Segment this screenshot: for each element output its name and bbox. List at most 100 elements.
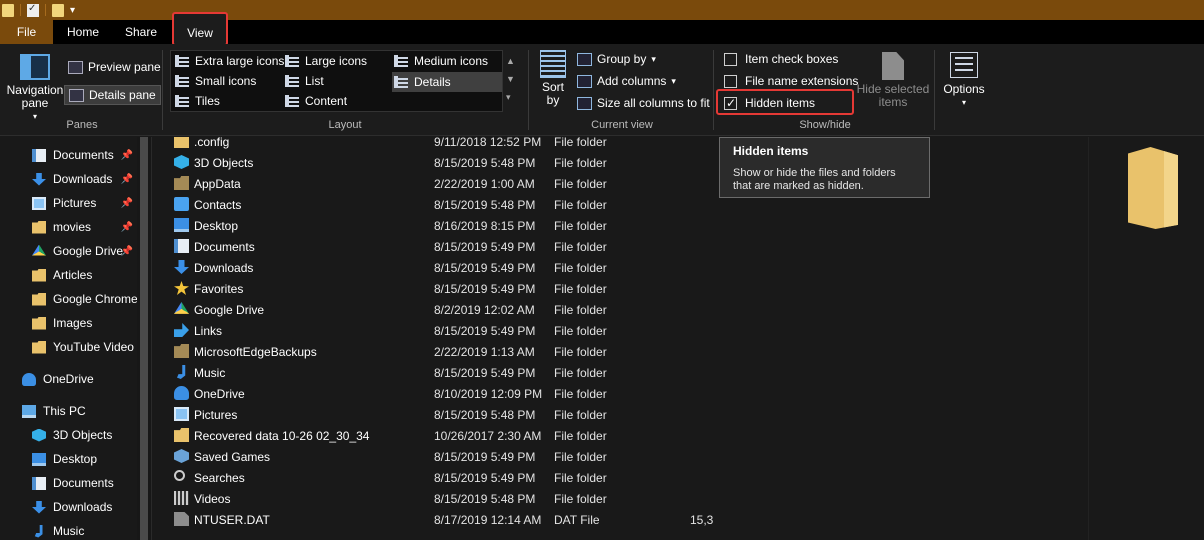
options-button[interactable]: Options ▾: [940, 52, 988, 109]
file-name: Contacts: [194, 197, 242, 212]
file-type: File folder: [554, 176, 607, 191]
file-type: DAT File: [554, 512, 600, 527]
nav-item-google-chrome[interactable]: Google Chrome: [0, 287, 137, 311]
nav-item-label: Documents: [53, 476, 114, 490]
layout-scroll-buttons[interactable]: ▲ ▼ ▾: [506, 52, 515, 106]
details-pane-button[interactable]: Details pane: [64, 85, 161, 105]
properties-check-icon[interactable]: [27, 3, 39, 17]
tab-file[interactable]: File: [0, 20, 53, 44]
sort-by-button[interactable]: Sort by: [536, 50, 570, 107]
search-icon: [174, 470, 185, 481]
folder-icon: [32, 220, 46, 234]
table-row[interactable]: Google Drive 8/2/2019 12:02 AM File folder: [153, 299, 713, 320]
nav-item-pictures[interactable]: Pictures 📌: [0, 191, 137, 215]
group-by-button[interactable]: Group by ▾: [577, 52, 656, 66]
nav-item-documents-pc[interactable]: Documents: [0, 471, 137, 495]
preview-pane-button[interactable]: Preview pane: [68, 60, 161, 74]
table-row[interactable]: Links 8/15/2019 5:49 PM File folder: [153, 320, 713, 341]
desktop-icon: [174, 218, 189, 232]
scrollbar-thumb[interactable]: [140, 137, 148, 540]
nav-item-images[interactable]: Images: [0, 311, 137, 335]
layout-large-icons[interactable]: Large icons: [285, 54, 367, 68]
nav-scrollbar[interactable]: [137, 137, 152, 540]
layout-tiles[interactable]: Tiles: [175, 94, 220, 108]
table-row[interactable]: Favorites 8/15/2019 5:49 PM File folder: [153, 278, 713, 299]
tab-share[interactable]: Share: [118, 20, 164, 44]
file-date: 8/15/2019 5:49 PM: [434, 239, 536, 254]
pin-icon: 📌: [120, 197, 133, 209]
nav-item-downloads[interactable]: Downloads 📌: [0, 167, 137, 191]
file-name: Links: [194, 323, 223, 338]
chevron-down-icon[interactable]: ▼: [506, 70, 515, 88]
hide-selected-items-button[interactable]: Hide selected items: [856, 50, 930, 109]
table-row[interactable]: AppData 2/22/2019 1:00 AM File folder: [153, 173, 713, 194]
layout-small-icons[interactable]: Small icons: [175, 74, 256, 88]
nav-item-music[interactable]: Music: [0, 519, 137, 540]
nav-item-label: Desktop: [53, 452, 98, 466]
nav-item-articles[interactable]: Articles: [0, 263, 137, 287]
table-row[interactable]: MicrosoftEdgeBackups 2/22/2019 1:13 AM Fil…: [153, 341, 713, 362]
table-row[interactable]: Saved Games 8/15/2019 5:49 PM File folder: [153, 446, 713, 467]
new-folder-icon[interactable]: [52, 3, 64, 17]
layout-content[interactable]: Content: [285, 94, 347, 108]
size-all-columns-button[interactable]: Size all columns to fit: [577, 96, 710, 110]
item-check-boxes-checkbox[interactable]: [724, 52, 737, 66]
table-row[interactable]: Documents 8/15/2019 5:49 PM File folder: [153, 236, 713, 257]
tab-view[interactable]: View: [172, 12, 228, 46]
file-date: 9/11/2018 12:52 PM: [434, 137, 542, 149]
tab-home[interactable]: Home: [62, 20, 104, 44]
table-row[interactable]: Recovered data 10-26 02_30_34 10/26/2017 …: [153, 425, 713, 446]
file-name-extensions-checkbox[interactable]: [724, 74, 737, 88]
nav-item-desktop[interactable]: Desktop: [0, 447, 137, 471]
layout-details[interactable]: Details: [392, 72, 502, 92]
layout-gallery: Extra large icons Large icons Medium ico…: [170, 50, 503, 112]
layout-list[interactable]: List: [285, 74, 324, 88]
table-row[interactable]: NTUSER.DAT 8/17/2019 12:14 AM DAT File 15,3…: [153, 509, 713, 530]
table-row[interactable]: Downloads 8/15/2019 5:49 PM File folder: [153, 257, 713, 278]
expand-gallery-icon[interactable]: ▾: [506, 88, 515, 106]
table-row[interactable]: Contacts 8/15/2019 5:48 PM File folder: [153, 194, 713, 215]
table-row[interactable]: Desktop 8/16/2019 8:15 PM File folder: [153, 215, 713, 236]
table-row[interactable]: OneDrive 8/10/2019 12:09 PM File folder: [153, 383, 713, 404]
hidden-items-highlight: [716, 89, 854, 115]
nav-item-movies[interactable]: movies 📌: [0, 215, 137, 239]
file-date: 8/15/2019 5:48 PM: [434, 155, 536, 170]
nav-item-3d-objects[interactable]: 3D Objects: [0, 423, 137, 447]
navigation-pane-button[interactable]: Navigation pane ▾: [4, 52, 66, 123]
table-row[interactable]: Videos 8/15/2019 5:48 PM File folder: [153, 488, 713, 509]
group-by-label: Group by: [597, 52, 647, 66]
layout-medium-icons[interactable]: Medium icons: [394, 54, 488, 68]
chevron-up-icon[interactable]: ▲: [506, 52, 515, 70]
nav-item-documents[interactable]: Documents 📌: [0, 143, 137, 167]
table-row[interactable]: Music 8/15/2019 5:49 PM File folder: [153, 362, 713, 383]
item-check-boxes-toggle[interactable]: Item check boxes: [724, 52, 838, 66]
file-type: File folder: [554, 323, 607, 338]
downloads-icon: [32, 172, 46, 186]
table-row[interactable]: Pictures 8/15/2019 5:48 PM File folder: [153, 404, 713, 425]
folder-icon[interactable]: [2, 3, 14, 17]
nav-item-google-drive[interactable]: Google Drive 📌: [0, 239, 137, 263]
file-name-extensions-toggle[interactable]: File name extensions: [724, 74, 858, 88]
pictures-icon: [174, 407, 189, 421]
nav-item-downloads-pc[interactable]: Downloads: [0, 495, 137, 519]
add-columns-button[interactable]: Add columns ▾: [577, 74, 676, 88]
file-date: 8/15/2019 5:48 PM: [434, 407, 536, 422]
file-name-extensions-label: File name extensions: [745, 74, 859, 88]
chevron-down-icon[interactable]: ▾: [70, 5, 75, 16]
layout-extra-large-icons[interactable]: Extra large icons: [175, 54, 284, 68]
table-row[interactable]: .config 9/11/2018 12:52 PM File folder: [153, 137, 713, 152]
table-row[interactable]: 3D Objects 8/15/2019 5:48 PM File folder: [153, 152, 713, 173]
nav-item-youtube-video[interactable]: YouTube Video: [0, 335, 137, 359]
size-columns-label: Size all columns to fit: [597, 96, 710, 110]
documents-icon: [32, 148, 46, 162]
star-icon: [174, 281, 189, 295]
nav-item-label: Articles: [53, 268, 93, 282]
divider: [934, 50, 935, 130]
nav-item-label: Google Drive: [53, 244, 124, 258]
table-row[interactable]: Searches 8/15/2019 5:49 PM File folder: [153, 467, 713, 488]
nav-item-label: movies: [53, 220, 92, 234]
file-date: 10/26/2017 2:30 AM: [434, 428, 542, 443]
nav-item-onedrive[interactable]: OneDrive: [0, 367, 137, 391]
nav-item-this-pc[interactable]: This PC: [0, 399, 137, 423]
file-type: File folder: [554, 260, 607, 275]
